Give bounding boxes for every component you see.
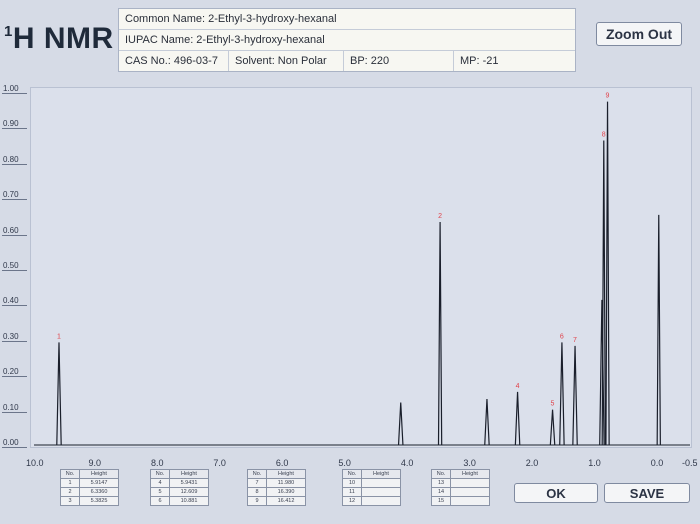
table-row: 3 5.3825 xyxy=(60,496,119,506)
spectrum-peak xyxy=(559,342,565,446)
peak-height-cell: 12.609 xyxy=(169,487,209,497)
peak-number-cell: 14 xyxy=(431,487,451,497)
peak-number-cell: 2 xyxy=(60,487,80,497)
table-row: 13 xyxy=(431,478,490,488)
table-row: 12 xyxy=(342,496,401,506)
table-row: 5 12.609 xyxy=(150,487,209,497)
save-button[interactable]: SAVE xyxy=(604,483,690,503)
peak-height-cell: 16.412 xyxy=(266,496,306,506)
table-row: 11 xyxy=(342,487,401,497)
table-row: 7 11.980 xyxy=(247,478,306,488)
peak-number-label: 2 xyxy=(438,213,442,220)
peak-height-cell xyxy=(361,496,401,506)
peak-number-cell: 10 xyxy=(342,478,362,488)
peak-number-label: 6 xyxy=(560,333,564,340)
peak-number-cell: 8 xyxy=(247,487,267,497)
peak-number-label: 1 xyxy=(57,333,61,340)
spectrum-peak xyxy=(656,214,661,446)
peak-height-cell: 6.3360 xyxy=(79,487,119,497)
peak-height-cell: 5.3825 xyxy=(79,496,119,506)
peak-number-label: 9 xyxy=(606,93,610,100)
peak-number-cell: 12 xyxy=(342,496,362,506)
spectrum-peak xyxy=(397,402,404,446)
table-row: 8 16.390 xyxy=(247,487,306,497)
peak-number-cell: 9 xyxy=(247,496,267,506)
peak-height-cell xyxy=(450,496,490,506)
peak-number-cell: 13 xyxy=(431,478,451,488)
table-header-no: No. xyxy=(60,469,80,479)
table-row: 14 xyxy=(431,487,490,497)
peak-height-cell xyxy=(450,478,490,488)
table-header-no: No. xyxy=(431,469,451,479)
table-row: 6 10.881 xyxy=(150,496,209,506)
table-header-no: No. xyxy=(247,469,267,479)
ok-button[interactable]: OK xyxy=(514,483,598,503)
peak-number-cell: 15 xyxy=(431,496,451,506)
peak-number-cell: 11 xyxy=(342,487,362,497)
peak-number-label: 7 xyxy=(573,337,577,344)
peak-number-label: 8 xyxy=(602,132,606,139)
peak-number-cell: 4 xyxy=(150,478,170,488)
peak-height-cell: 5.9147 xyxy=(79,478,119,488)
peak-height-table: No. Height 10 11 12 xyxy=(342,469,401,506)
spectrum-peak xyxy=(484,398,490,446)
peak-height-cell xyxy=(361,478,401,488)
table-row: 10 xyxy=(342,478,401,488)
peak-number-label: 4 xyxy=(516,383,520,390)
spectrum-peak xyxy=(437,221,443,446)
table-header-height: Height xyxy=(79,469,119,479)
peak-number-cell: 5 xyxy=(150,487,170,497)
table-header-height: Height xyxy=(450,469,490,479)
peak-height-cell: 5.9431 xyxy=(169,478,209,488)
table-row: 2 6.3360 xyxy=(60,487,119,497)
spectrum-peak xyxy=(549,409,556,446)
spectrum-peak xyxy=(56,342,62,446)
table-header-no: No. xyxy=(342,469,362,479)
spectrum-peak xyxy=(605,101,610,446)
peak-height-cell: 11.980 xyxy=(266,478,306,488)
table-header-height: Height xyxy=(169,469,209,479)
peak-height-table: No. Height 7 11.980 8 16.390 9 16.412 xyxy=(247,469,306,506)
table-header-no: No. xyxy=(150,469,170,479)
peak-number-label: 5 xyxy=(551,401,555,408)
nmr-spectrum-chart: 1 2 4 5 6 7 8 9 xyxy=(34,93,690,446)
table-row: 4 5.9431 xyxy=(150,478,209,488)
table-row: 9 16.412 xyxy=(247,496,306,506)
table-header-height: Height xyxy=(266,469,306,479)
peak-height-table: No. Height 1 5.9147 2 6.3360 3 5.3825 xyxy=(60,469,119,506)
peak-number-cell: 3 xyxy=(60,496,80,506)
peak-height-cell xyxy=(450,487,490,497)
peak-height-cell: 16.390 xyxy=(266,487,306,497)
spectrum-peak xyxy=(572,345,578,446)
peak-height-table: No. Height 13 14 15 xyxy=(431,469,490,506)
spectrum-peak xyxy=(514,391,521,446)
table-row: 1 5.9147 xyxy=(60,478,119,488)
table-header-height: Height xyxy=(361,469,401,479)
peak-number-cell: 7 xyxy=(247,478,267,488)
peak-number-cell: 1 xyxy=(60,478,80,488)
peak-number-cell: 6 xyxy=(150,496,170,506)
table-row: 15 xyxy=(431,496,490,506)
peak-height-cell xyxy=(361,487,401,497)
peak-height-cell: 10.881 xyxy=(169,496,209,506)
peak-height-table: No. Height 4 5.9431 5 12.609 6 10.881 xyxy=(150,469,209,506)
